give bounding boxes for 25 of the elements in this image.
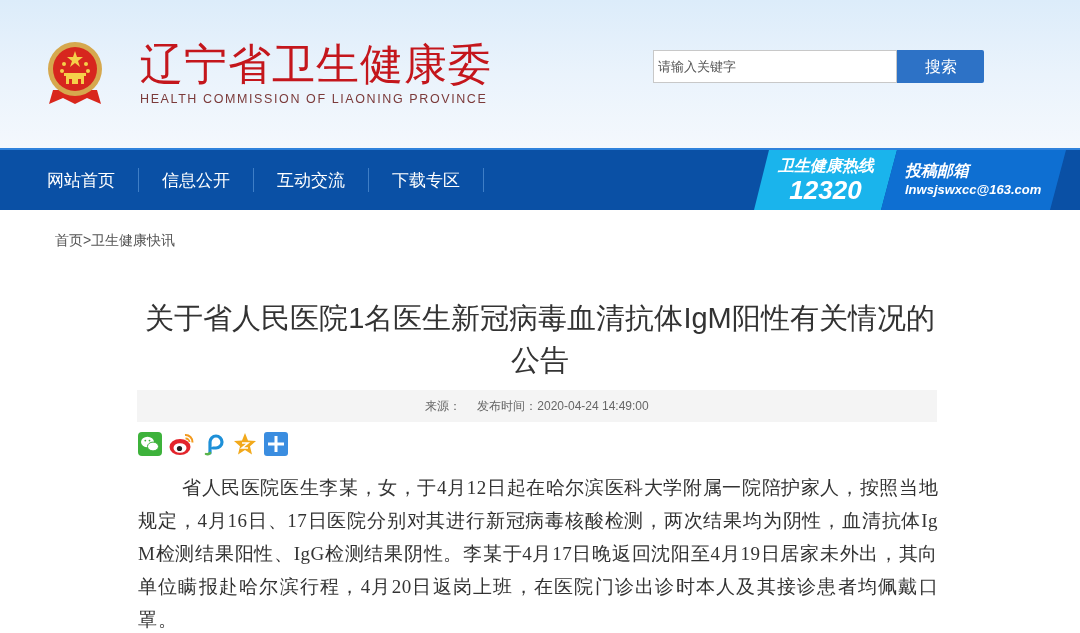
publish-time: 发布时间：2020-04-24 14:49:00 [477, 398, 649, 415]
chat-bubbles-icon[interactable] [138, 432, 162, 456]
breadcrumb-link[interactable]: 卫生健康快讯 [91, 230, 176, 250]
letter-p-icon[interactable] [202, 432, 226, 456]
hotline-label: 卫生健康热线 [777, 156, 874, 176]
article-title: 关于省人民医院1名医生新冠病毒血清抗体IgM阳性有关情况的公告 [144, 301, 936, 378]
site-subtitle: HEALTH COMMISSION OF LIAONING PROVINCE [140, 91, 489, 107]
hotline-number: 12320 [789, 176, 862, 204]
site-title: 辽宁省卫生健康委 [140, 43, 492, 87]
article-paragraph: 省人民医院医生李某，女，于4月12日起在哈尔滨医科大学附属一院陪护家人，按照当地规定，4月16日、17日医院分别对其进行新冠病毒核酸检测，两次结果均为阴性，血清抗体IgM检测结果阳性、IgG检测结果阴性。李某于4月17日晚返回沈阳至4月19日居家未外出，其向单位瞒报赴哈尔滨行程，4月20日返岗上班，在医院门诊出诊时本人及其接诊患者均佩戴口罩。 [138, 476, 938, 632]
nav-link[interactable]: 信息公开 [139, 168, 253, 192]
eye-signal-icon[interactable] [169, 432, 195, 456]
breadcrumb-link[interactable]: 首页 [55, 230, 83, 250]
plus-icon[interactable] [264, 432, 288, 456]
nav-link[interactable]: 网站首页 [24, 168, 138, 192]
mailbox-email: lnwsjswxcc@163.com [905, 181, 1043, 199]
search-button[interactable]: 搜索 [897, 50, 984, 83]
source-label: 来源： [425, 398, 462, 415]
breadcrumb-separator: > [83, 231, 92, 250]
nav-link[interactable]: 下载专区 [369, 168, 483, 192]
mailbox-label: 投稿邮箱 [905, 161, 972, 181]
nav-link[interactable]: 互动交流 [254, 168, 368, 192]
search-field[interactable]: 请输入关键字 [653, 50, 897, 83]
star-icon[interactable] [233, 432, 257, 456]
emblem-icon [47, 40, 103, 106]
